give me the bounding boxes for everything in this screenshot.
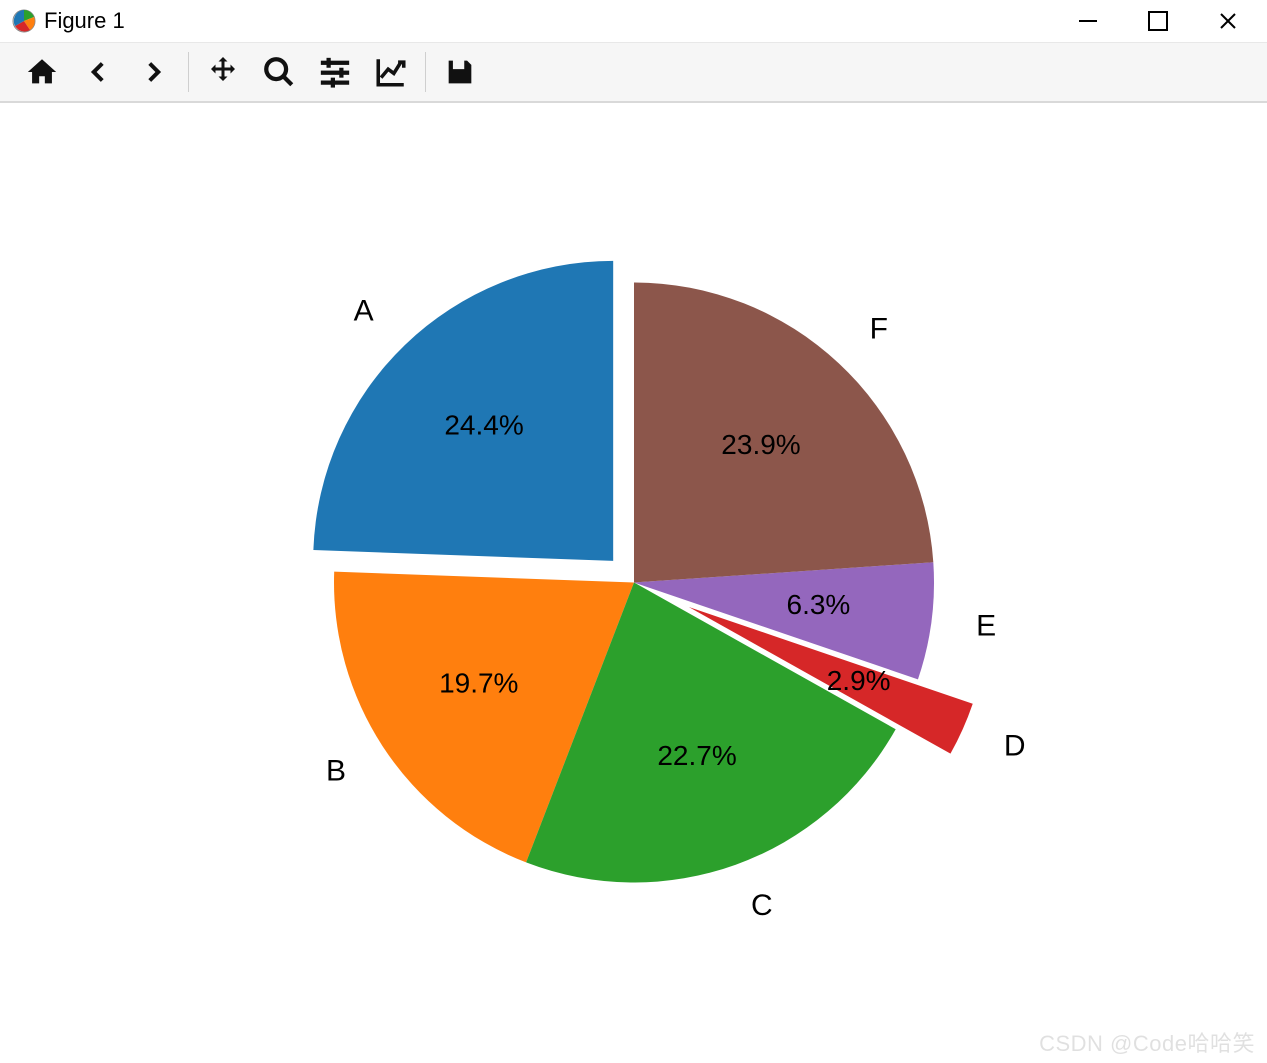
home-button[interactable] (14, 48, 70, 96)
back-icon (81, 55, 115, 89)
watermark: CSDN @Code哈哈笑 (1039, 1026, 1255, 1058)
window-title: Figure 1 (44, 8, 125, 34)
plot-canvas[interactable]: 24.4% A 19.7% B 22.7% C 2.9% D 6.3% E 23.9% F CSDN … (0, 103, 1267, 1063)
pie-percent-label: 24.4% (444, 409, 523, 440)
pie-category-label: D (1003, 729, 1025, 762)
minimize-button[interactable] (1053, 0, 1123, 42)
forward-icon (137, 55, 171, 89)
pie-percent-label: 23.9% (721, 428, 800, 459)
chart-icon (374, 55, 408, 89)
pie-category-label: A (353, 294, 373, 327)
app-icon (12, 9, 36, 33)
close-icon (1218, 11, 1238, 31)
toolbar-separator (188, 52, 189, 92)
pie-percent-label: 22.7% (657, 739, 736, 770)
pie-percent-label: 2.9% (826, 665, 890, 696)
pie-chart: 24.4% A 19.7% B 22.7% C 2.9% D 6.3% E 23.9% F (184, 162, 1084, 1007)
maximize-button[interactable] (1123, 0, 1193, 42)
back-button[interactable] (70, 48, 126, 96)
toolbar-separator (425, 52, 426, 92)
maximize-icon (1148, 11, 1168, 31)
pie-percent-label: 6.3% (786, 589, 850, 620)
pie-category-label: C (750, 888, 772, 921)
save-button[interactable] (432, 48, 488, 96)
pan-button[interactable] (195, 48, 251, 96)
forward-button[interactable] (126, 48, 182, 96)
axes-button[interactable] (363, 48, 419, 96)
minimize-icon (1079, 20, 1097, 22)
pie-category-label: E (976, 609, 996, 642)
zoom-icon (262, 55, 296, 89)
zoom-button[interactable] (251, 48, 307, 96)
pie-category-label: F (869, 312, 887, 345)
titlebar: Figure 1 (0, 0, 1267, 42)
move-icon (205, 54, 241, 90)
home-icon (25, 55, 59, 89)
toolbar (0, 42, 1267, 103)
close-button[interactable] (1193, 0, 1263, 42)
window-controls (1053, 0, 1263, 42)
pie-category-label: B (326, 754, 346, 787)
pie-percent-label: 19.7% (439, 667, 518, 698)
subplots-button[interactable] (307, 48, 363, 96)
sliders-icon (318, 55, 352, 89)
save-icon (443, 55, 477, 89)
